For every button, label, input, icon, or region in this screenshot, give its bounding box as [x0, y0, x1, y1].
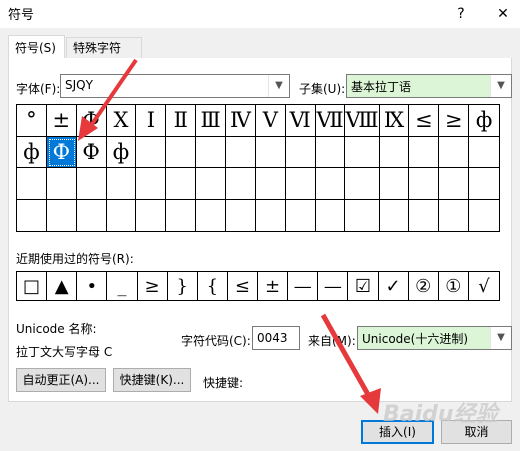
arrow-to-insert-line — [320, 313, 373, 400]
arrow-to-symbol-line — [88, 58, 138, 129]
annotation-arrows — [78, 58, 381, 414]
arrow-to-insert-head — [360, 388, 381, 414]
